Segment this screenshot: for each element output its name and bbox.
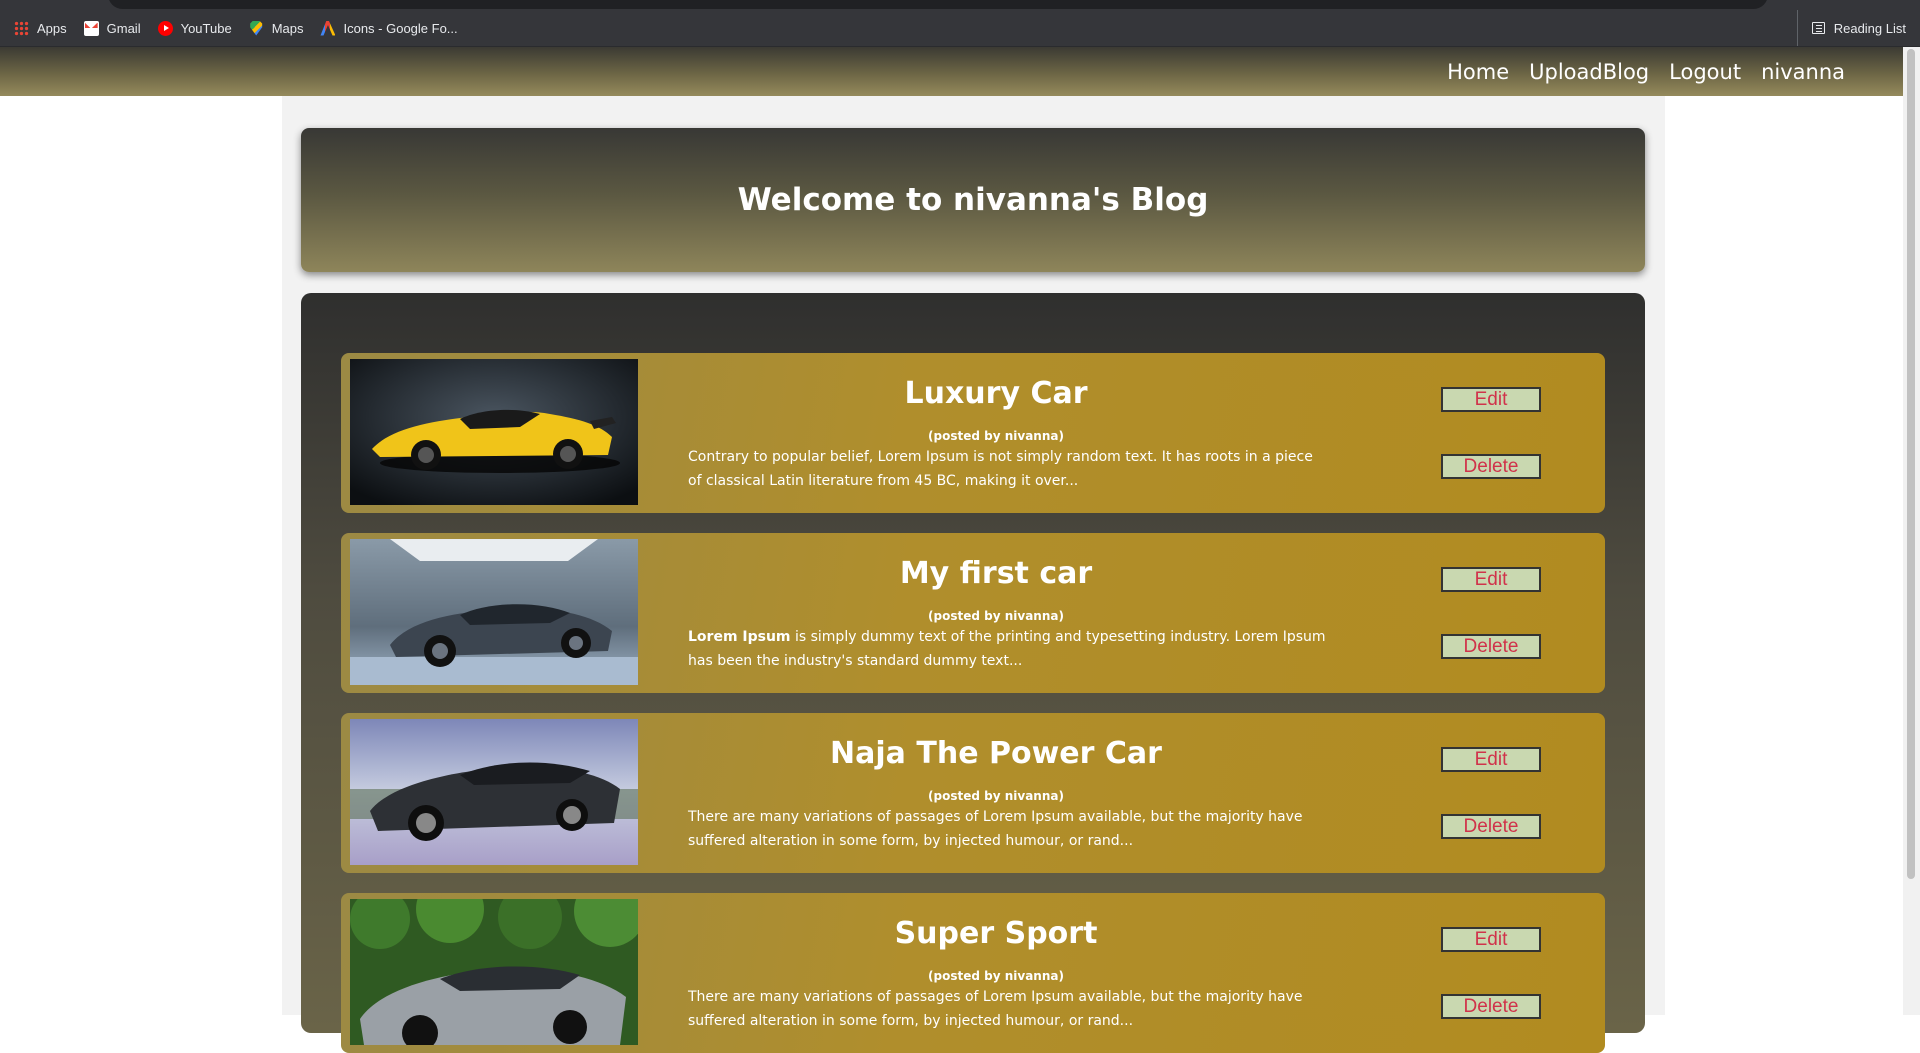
page-title: Welcome to nivanna's Blog	[737, 182, 1209, 218]
nav-home-link[interactable]: Home	[1447, 60, 1509, 84]
post-card: Luxury Car (posted by nivanna) Contrary …	[341, 353, 1605, 513]
delete-button[interactable]: Delete	[1441, 814, 1541, 839]
post-card: Super Sport (posted by nivanna) There ar…	[341, 893, 1605, 1053]
bookmark-maps[interactable]: Maps	[249, 20, 304, 36]
excerpt-text: Contrary to popular belief, Lorem Ipsum …	[688, 449, 1313, 489]
nav-upload-blog-link[interactable]: UploadBlog	[1529, 60, 1649, 84]
post-author: (posted by nivanna)	[928, 609, 1064, 623]
post-author: (posted by nivanna)	[928, 789, 1064, 803]
google-fonts-icon	[320, 20, 336, 36]
post-card: Naja The Power Car (posted by nivanna) T…	[341, 713, 1605, 873]
reading-list-icon	[1811, 22, 1825, 34]
post-excerpt: There are many variations of passages of…	[688, 985, 1328, 1033]
reading-list-button[interactable]: Reading List	[1796, 10, 1906, 46]
browser-toolbar	[0, 0, 1920, 10]
delete-button[interactable]: Delete	[1441, 634, 1541, 659]
post-excerpt: Lorem Ipsum is simply dummy text of the …	[688, 625, 1328, 673]
excerpt-text: There are many variations of passages of…	[688, 989, 1303, 1029]
bookmark-google-fonts[interactable]: Icons - Google Fo...	[320, 20, 458, 36]
post-title[interactable]: My first car	[641, 556, 1351, 591]
post-excerpt: Contrary to popular belief, Lorem Ipsum …	[688, 445, 1328, 493]
post-title[interactable]: Naja The Power Car	[641, 736, 1351, 771]
bookmark-youtube[interactable]: YouTube	[157, 20, 232, 36]
welcome-banner: Welcome to nivanna's Blog	[301, 128, 1645, 272]
post-image	[350, 539, 638, 685]
bookmark-label: Apps	[37, 20, 67, 36]
edit-button[interactable]: Edit	[1441, 387, 1541, 412]
nav-links: Home UploadBlog Logout nivanna	[1427, 47, 1845, 96]
bookmark-gmail[interactable]: Gmail	[83, 20, 141, 36]
excerpt-bold: Lorem Ipsum	[688, 629, 791, 645]
address-bar[interactable]	[108, 0, 1768, 9]
edit-button[interactable]: Edit	[1441, 567, 1541, 592]
post-title[interactable]: Super Sport	[641, 916, 1351, 951]
post-title[interactable]: Luxury Car	[641, 376, 1351, 411]
apps-icon	[14, 20, 29, 36]
bookmark-label: Gmail	[106, 20, 141, 36]
post-card: My first car (posted by nivanna) Lorem I…	[341, 533, 1605, 693]
reading-list-label: Reading List	[1833, 20, 1906, 36]
post-image	[350, 359, 638, 505]
post-author: (posted by nivanna)	[928, 429, 1064, 443]
bookmark-label: YouTube	[180, 20, 232, 36]
nav-logout-link[interactable]: Logout	[1669, 60, 1741, 84]
youtube-icon	[157, 20, 173, 36]
post-excerpt: There are many variations of passages of…	[688, 805, 1328, 853]
edit-button[interactable]: Edit	[1441, 747, 1541, 772]
bookmark-label: Icons - Google Fo...	[343, 20, 458, 36]
page-scrollbar[interactable]	[1903, 47, 1920, 1015]
delete-button[interactable]: Delete	[1441, 994, 1541, 1019]
site-navbar: Home UploadBlog Logout nivanna	[0, 47, 1903, 96]
post-image	[350, 899, 638, 1045]
gmail-icon	[83, 20, 99, 36]
bookmarks-bar: Apps Gmail YouTube Maps Icons - Google F…	[0, 10, 1920, 47]
edit-button[interactable]: Edit	[1441, 927, 1541, 952]
scrollbar-thumb[interactable]	[1907, 49, 1915, 879]
delete-button[interactable]: Delete	[1441, 454, 1541, 479]
maps-icon	[250, 20, 263, 36]
excerpt-text: There are many variations of passages of…	[688, 809, 1303, 849]
nav-username-link[interactable]: nivanna	[1761, 60, 1845, 84]
bookmark-label: Maps	[271, 20, 304, 36]
bookmark-apps[interactable]: Apps	[14, 20, 67, 36]
post-image	[350, 719, 638, 865]
post-author: (posted by nivanna)	[928, 969, 1064, 983]
